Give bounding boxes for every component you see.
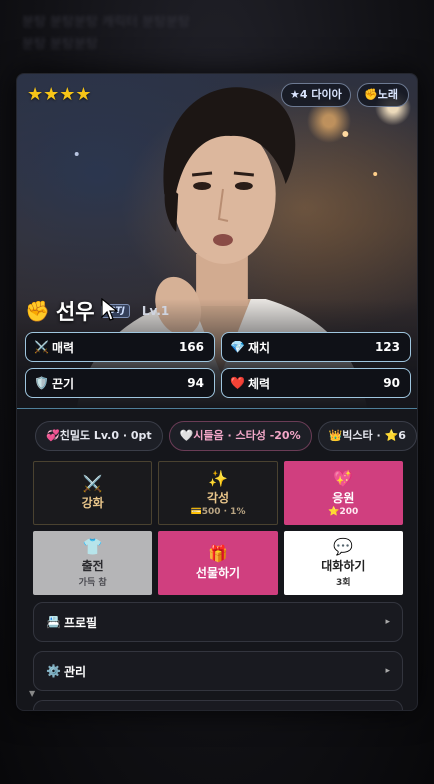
stat-stamina: ❤️ 체력 90 [221, 368, 411, 398]
backdrop-text: 분탕 분탕분탕 캐릭터 분탕분탕 분탕 분탕분탕 [22, 12, 412, 56]
button-label: 응원 [332, 490, 355, 505]
intimacy-tag[interactable]: 💞친밀도 Lv.0 · 0pt [35, 421, 163, 451]
stats-grid: ⚔️ 매력 166 💎 재치 123 🛡️ 끈기 94 ❤️ 체력 90 [25, 332, 411, 398]
talk-button[interactable]: 💬 대화하기 3회 [283, 531, 403, 595]
deploy-status: 가득 참 [78, 578, 107, 588]
backdrop-line: 분탕 분탕분탕 [22, 37, 98, 52]
heart-icon: ❤️ [230, 376, 245, 390]
cheer-button[interactable]: 💖 응원 ⭐200 [283, 461, 403, 525]
stat-value: 166 [178, 340, 204, 354]
menu-text: 관리 [63, 664, 87, 679]
rarity-stars: ★★★★ [27, 84, 92, 105]
gift-icon: 🎁 [208, 544, 228, 563]
stat-value: 90 [383, 376, 400, 390]
type-badge: ✊노래 [357, 83, 409, 107]
character-name: 선우 [55, 300, 95, 324]
cheer-cost: ⭐200 [328, 506, 359, 517]
status-tags[interactable]: 💞친밀도 Lv.0 · 0pt 🤍시들음 · 스타성 -20% 👑빅스타 · ⭐… [35, 421, 417, 453]
card-index-icon: 📇 [46, 615, 61, 629]
button-label: 강화 [81, 496, 104, 510]
profile-menu[interactable]: 📇 프로필 ▸ [33, 602, 403, 642]
gem-icon: 💎 [230, 340, 245, 354]
character-detail-modal: ★★★★ ★4 다이아 ✊노래 ✊ 선우 ISTJ Lv.1 ⚔️ 매력 166… [16, 73, 418, 711]
enhance-button[interactable]: ⚔️ 강화 [33, 461, 153, 525]
stat-value: 94 [187, 376, 204, 390]
awaken-cost: 💳500 · 1% [190, 506, 246, 517]
stat-name: 매력 [51, 340, 75, 355]
chevron-right-icon: ▸ [385, 617, 390, 627]
mouse-cursor-icon [101, 298, 119, 321]
stat-label: 💎 재치 [230, 339, 270, 356]
button-label: 대화하기 [321, 559, 366, 573]
talk-count: 3회 [336, 578, 351, 588]
name-row: ✊ 선우 ISTJ Lv.1 [25, 296, 169, 326]
stat-name: 체력 [247, 376, 271, 391]
scroll-down-icon[interactable]: ▼ [29, 689, 35, 698]
speech-bubble-icon: 💬 [333, 537, 354, 556]
menu-label: ⚙️ 관리 [46, 663, 86, 680]
stat-label: ❤️ 체력 [230, 375, 270, 392]
sparkles-icon: ✨ [208, 468, 228, 488]
stat-wit: 💎 재치 123 [221, 332, 411, 362]
bigstar-tag[interactable]: 👑빅스타 · ⭐6 [317, 421, 417, 451]
stat-label: ⚔️ 매력 [34, 339, 74, 356]
gear-icon: ⚙️ [46, 664, 61, 678]
gift-button[interactable]: 🎁 선물하기 [158, 531, 278, 595]
next-menu-partial[interactable] [33, 700, 403, 710]
sparkling-heart-icon: 💖 [333, 468, 354, 488]
swords-icon: ⚔️ [34, 340, 49, 354]
chevron-right-icon: ▸ [385, 666, 390, 676]
backdrop-line: 분탕 분탕분탕 캐릭터 분탕분탕 [22, 15, 190, 30]
deploy-button[interactable]: 👕 출전 가득 참 [33, 531, 153, 595]
manage-menu[interactable]: ⚙️ 관리 ▸ [33, 651, 403, 691]
fist-icon: ✊ [25, 299, 50, 323]
swords-icon: ⚔️ [82, 474, 103, 493]
button-label: 각성 [206, 490, 230, 505]
stat-charm: ⚔️ 매력 166 [25, 332, 215, 362]
shirt-icon: 👕 [82, 537, 103, 556]
shield-icon: 🛡️ [34, 376, 49, 390]
action-grid: ⚔️ 강화 ✨ 각성 💳500 · 1% 💖 응원 ⭐200 👕 출전 가득 참… [33, 461, 403, 595]
button-label: 선물하기 [195, 566, 241, 580]
grade-badge: ★4 다이아 [281, 83, 351, 107]
stat-grit: 🛡️ 끈기 94 [25, 368, 215, 398]
stat-name: 재치 [247, 340, 271, 355]
section-divider [17, 408, 417, 409]
stat-value: 123 [374, 340, 400, 354]
button-label: 출전 [81, 559, 104, 573]
character-level: Lv.1 [141, 304, 170, 318]
stat-label: 🛡️ 끈기 [34, 375, 74, 392]
awaken-button[interactable]: ✨ 각성 💳500 · 1% [158, 461, 278, 525]
menu-text: 프로필 [63, 615, 98, 630]
menu-label: 📇 프로필 [46, 614, 97, 631]
wither-tag[interactable]: 🤍시들음 · 스타성 -20% [168, 421, 312, 451]
stat-name: 끈기 [51, 376, 75, 391]
